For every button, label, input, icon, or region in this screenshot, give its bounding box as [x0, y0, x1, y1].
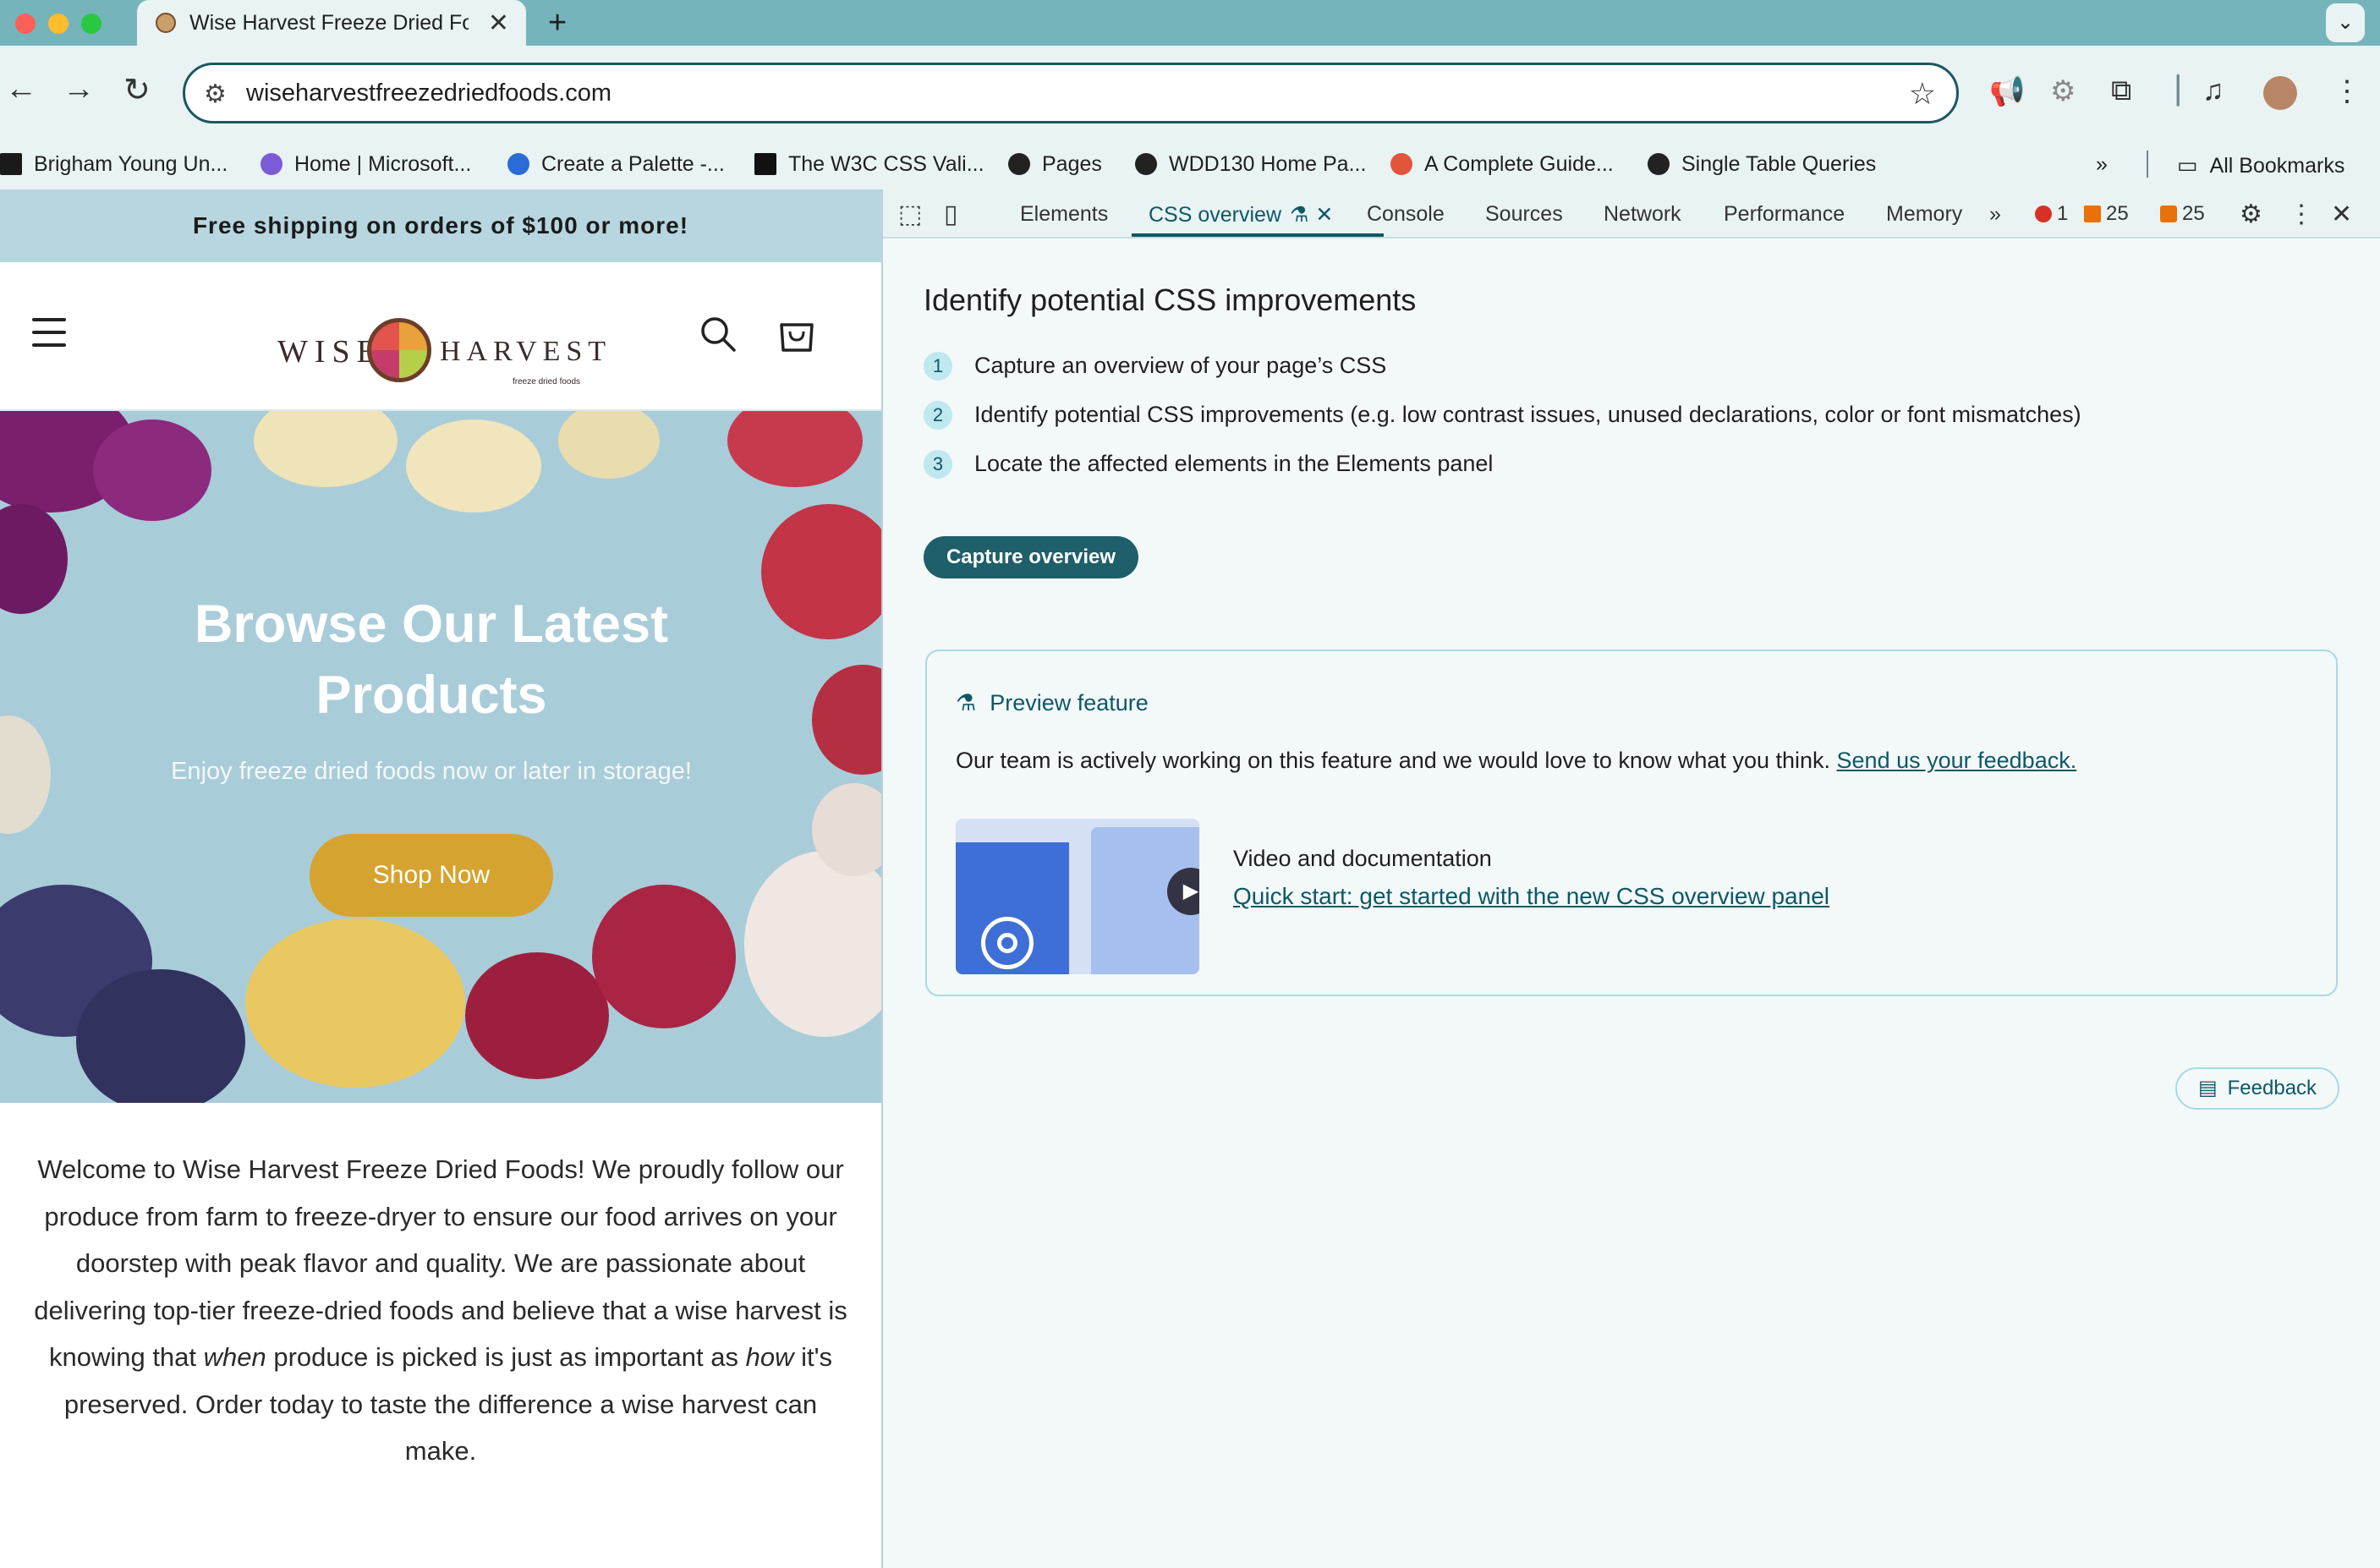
close-window-button[interactable]: [15, 14, 36, 34]
quick-start-link[interactable]: Quick start: get started with the new CS…: [1233, 883, 1829, 910]
capture-overview-button[interactable]: Capture overview: [924, 536, 1138, 578]
bookmark-item[interactable]: WDD130 Home Pa...: [1135, 152, 1366, 177]
website-viewport: Free shipping on orders of $100 or more!…: [0, 189, 881, 1568]
chrome-logo-icon: [981, 917, 1034, 969]
cart-bag-icon[interactable]: [778, 315, 815, 354]
byu-icon: [0, 153, 22, 175]
shop-now-button[interactable]: Shop Now: [310, 834, 553, 917]
site-favicon-icon: [156, 13, 176, 33]
preview-feature-text: Our team is actively working on this fea…: [956, 748, 2077, 773]
announcement-bar: Free shipping on orders of $100 or more!: [0, 189, 881, 262]
browser-toolbar: ← → ↻ ⚙ wiseharvestfreezedriedfoods.com …: [0, 46, 2380, 189]
hamburger-menu-icon[interactable]: [32, 318, 66, 356]
logo-fruit-icon: [367, 318, 431, 382]
tab-css-overview[interactable]: CSS overview ⚗ ✕: [1149, 202, 1333, 228]
back-arrow-icon[interactable]: ←: [5, 71, 37, 107]
preview-feature-card: ⚗ Preview feature Our team is actively wo…: [925, 650, 2338, 996]
gear-extension-icon[interactable]: ⚙: [2050, 74, 2076, 108]
globe-icon: [1648, 153, 1670, 175]
new-tab-button[interactable]: +: [548, 5, 567, 41]
tab-console[interactable]: Console: [1367, 202, 1445, 227]
address-bar[interactable]: ⚙ wiseharvestfreezedriedfoods.com ☆: [183, 63, 1959, 123]
more-bookmarks-chevron-icon[interactable]: »: [2096, 152, 2108, 177]
intro-paragraph: Welcome to Wise Harvest Freeze Dried Foo…: [34, 1154, 847, 1466]
tab-performance[interactable]: Performance: [1724, 202, 1845, 227]
feedback-icon: ▤: [2197, 1077, 2218, 1099]
video-thumbnail[interactable]: ▶: [956, 819, 1199, 974]
devtools-tab-bar: ⬚ ▯ Elements CSS overview ⚗ ✕ Console Sour…: [883, 189, 2380, 238]
bookmarks-divider: [2147, 151, 2148, 178]
microsoft-icon: [260, 153, 282, 175]
browser-menu-icon[interactable]: ⋮: [2333, 74, 2361, 108]
step-item: 2 Identify potential CSS improvements (e.…: [924, 401, 2081, 430]
w3c-icon: [754, 153, 776, 175]
tab-title: Wise Harvest Freeze Dried Foods: [189, 11, 469, 35]
bookmark-item[interactable]: Single Table Queries: [1648, 152, 1876, 177]
device-toolbar-icon[interactable]: ▯: [944, 200, 958, 229]
more-options-icon[interactable]: ⋮: [2289, 200, 2314, 229]
flask-icon: ⚗: [956, 690, 977, 715]
site-header: WISE HARVEST freeze dried foods: [0, 262, 881, 411]
browser-titlebar: Wise Harvest Freeze Dried Foods ✕ + ⌄: [0, 0, 2380, 46]
folder-icon: ▭: [2177, 152, 2198, 178]
bookmark-item[interactable]: Create a Palette -...: [507, 152, 725, 177]
bookmark-item[interactable]: Home | Microsoft...: [260, 152, 471, 177]
browser-tab[interactable]: Wise Harvest Freeze Dried Foods ✕: [137, 0, 526, 46]
site-settings-icon[interactable]: ⚙: [204, 79, 227, 109]
globe-icon: [1135, 153, 1157, 175]
hero-subtitle: Enjoy freeze dried foods now or later in…: [171, 758, 692, 785]
active-tab-indicator: [1132, 233, 1384, 237]
reload-icon[interactable]: ↻: [123, 71, 151, 109]
bookmark-item[interactable]: Brigham Young Un...: [0, 152, 228, 177]
palette-site-icon: [507, 153, 529, 175]
logo-text-right: HARVEST: [440, 336, 612, 367]
step-item: 3 Locate the affected elements in the Ele…: [924, 450, 1493, 479]
settings-gear-icon[interactable]: ⚙: [2240, 200, 2262, 229]
warning-count-badge[interactable]: 25: [2084, 202, 2129, 226]
url-text[interactable]: wiseharvestfreezedriedfoods.com: [246, 79, 611, 107]
feedback-button[interactable]: ▤ Feedback: [2175, 1067, 2339, 1110]
bookmark-item[interactable]: The W3C CSS Vali...: [754, 152, 984, 177]
forward-arrow-icon[interactable]: →: [63, 71, 95, 107]
send-feedback-link[interactable]: Send us your feedback.: [1837, 748, 2077, 773]
asterisk-site-icon: [1390, 153, 1412, 175]
preview-feature-heading: ⚗ Preview feature: [956, 690, 1149, 715]
toolbar-divider: |: [2174, 69, 2183, 107]
hero-banner: Browse Our Latest Products Enjoy freeze …: [0, 411, 881, 1103]
media-control-icon[interactable]: ♫: [2202, 74, 2224, 107]
error-count-badge[interactable]: 1: [2035, 202, 2068, 226]
bookmark-item[interactable]: Pages: [1008, 152, 1102, 177]
close-tab-icon[interactable]: ✕: [1315, 203, 1333, 227]
hero-title: Browse Our Latest Products: [194, 595, 669, 725]
close-devtools-icon[interactable]: ✕: [2331, 200, 2352, 229]
bookmark-star-icon[interactable]: ☆: [1909, 76, 1936, 112]
step-item: 1 Capture an overview of your page’s CSS: [924, 352, 1386, 381]
puzzle-extensions-icon[interactable]: ⧉: [2111, 74, 2131, 107]
tab-sources[interactable]: Sources: [1485, 202, 1563, 227]
close-tab-icon[interactable]: ✕: [488, 8, 509, 38]
github-icon: [1008, 153, 1030, 175]
megaphone-extension-icon[interactable]: 📢: [1989, 74, 2025, 108]
tab-search-chevron-icon[interactable]: ⌄: [2326, 3, 2365, 42]
inspect-element-icon[interactable]: ⬚: [898, 200, 922, 229]
bookmarks-bar: Brigham Young Un... Home | Microsoft... …: [0, 144, 2380, 188]
minimize-window-button[interactable]: [48, 14, 69, 34]
tab-elements[interactable]: Elements: [1020, 202, 1108, 227]
devtools-panel: ⬚ ▯ Elements CSS overview ⚗ ✕ Console Sour…: [881, 189, 2380, 1568]
search-icon[interactable]: [699, 315, 738, 354]
thumbnail-grid-panel: [956, 842, 1069, 974]
profile-avatar[interactable]: [2263, 76, 2297, 110]
tab-network[interactable]: Network: [1604, 202, 1681, 227]
css-overview-heading: Identify potential CSS improvements: [924, 282, 1417, 317]
video-docs-title: Video and documentation: [1233, 846, 1492, 871]
maximize-window-button[interactable]: [81, 14, 101, 34]
all-bookmarks-button[interactable]: ▭ All Bookmarks: [2177, 152, 2344, 178]
tab-memory[interactable]: Memory: [1886, 202, 1962, 227]
logo-tagline: freeze dried foods: [513, 377, 581, 387]
flask-icon: ⚗: [1290, 203, 1309, 227]
more-tabs-chevron-icon[interactable]: »: [1989, 202, 2001, 227]
issues-count-badge[interactable]: 25: [2160, 202, 2205, 226]
bookmark-item[interactable]: A Complete Guide...: [1390, 152, 1614, 177]
